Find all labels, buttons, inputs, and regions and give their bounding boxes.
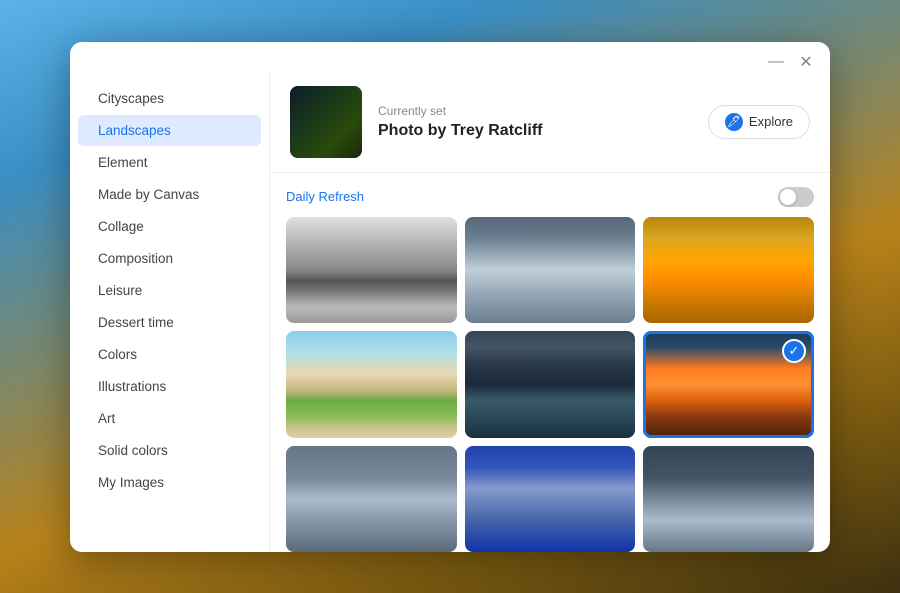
currently-set-label: Currently set <box>378 104 692 118</box>
current-info: Currently set Photo by Trey Ratcliff <box>378 104 692 140</box>
title-bar: — ✕ <box>70 42 830 72</box>
dialog-body: CityscapesLandscapesElementMade by Canva… <box>70 72 830 552</box>
explore-icon: 🖊 <box>725 113 743 131</box>
photo-cell-row-bottom-1[interactable] <box>286 446 457 552</box>
photo-cell-golden-sunset[interactable] <box>643 217 814 324</box>
explore-button[interactable]: 🖊 Explore <box>708 105 810 139</box>
wallpaper-dialog: — ✕ CityscapesLandscapesElementMade by C… <box>70 42 830 552</box>
sidebar-item-dessert-time[interactable]: Dessert time <box>78 307 261 338</box>
photo-cell-dark-mountains[interactable] <box>465 331 636 438</box>
sidebar-item-cityscapes[interactable]: Cityscapes <box>78 83 261 114</box>
sidebar-item-made-by-canvas[interactable]: Made by Canvas <box>78 179 261 210</box>
explore-label: Explore <box>749 114 793 129</box>
check-badge: ✓ <box>782 339 806 363</box>
main-content: Currently set Photo by Trey Ratcliff 🖊 E… <box>270 72 830 552</box>
sidebar-item-collage[interactable]: Collage <box>78 211 261 242</box>
grid-area: Daily Refresh ✓ <box>270 173 830 552</box>
sidebar-item-leisure[interactable]: Leisure <box>78 275 261 306</box>
photo-cell-blue-lake[interactable] <box>465 217 636 324</box>
sidebar-item-colors[interactable]: Colors <box>78 339 261 370</box>
photo-cell-green-beach[interactable] <box>286 331 457 438</box>
sidebar-item-element[interactable]: Element <box>78 147 261 178</box>
current-thumbnail <box>290 86 362 158</box>
sidebar-item-my-images[interactable]: My Images <box>78 467 261 498</box>
sidebar-item-solid-colors[interactable]: Solid colors <box>78 435 261 466</box>
current-thumb-image <box>290 86 362 158</box>
sidebar: CityscapesLandscapesElementMade by Canva… <box>70 72 270 552</box>
sidebar-item-composition[interactable]: Composition <box>78 243 261 274</box>
photo-cell-sunset-landscape[interactable]: ✓ <box>643 331 814 438</box>
daily-refresh-label: Daily Refresh <box>286 189 364 204</box>
minimize-button[interactable]: — <box>766 52 786 72</box>
sidebar-item-illustrations[interactable]: Illustrations <box>78 371 261 402</box>
photo-cell-row-bottom-2[interactable] <box>465 446 636 552</box>
sidebar-item-landscapes[interactable]: Landscapes <box>78 115 261 146</box>
photo-grid: ✓ <box>286 217 814 552</box>
photo-cell-bw-mountains[interactable] <box>286 217 457 324</box>
current-set-bar: Currently set Photo by Trey Ratcliff 🖊 E… <box>270 72 830 173</box>
sidebar-item-art[interactable]: Art <box>78 403 261 434</box>
close-button[interactable]: ✕ <box>796 52 816 72</box>
photo-cell-row-bottom-3[interactable] <box>643 446 814 552</box>
current-photo-title: Photo by Trey Ratcliff <box>378 122 692 140</box>
grid-header: Daily Refresh <box>286 187 814 207</box>
daily-refresh-toggle[interactable] <box>778 187 814 207</box>
